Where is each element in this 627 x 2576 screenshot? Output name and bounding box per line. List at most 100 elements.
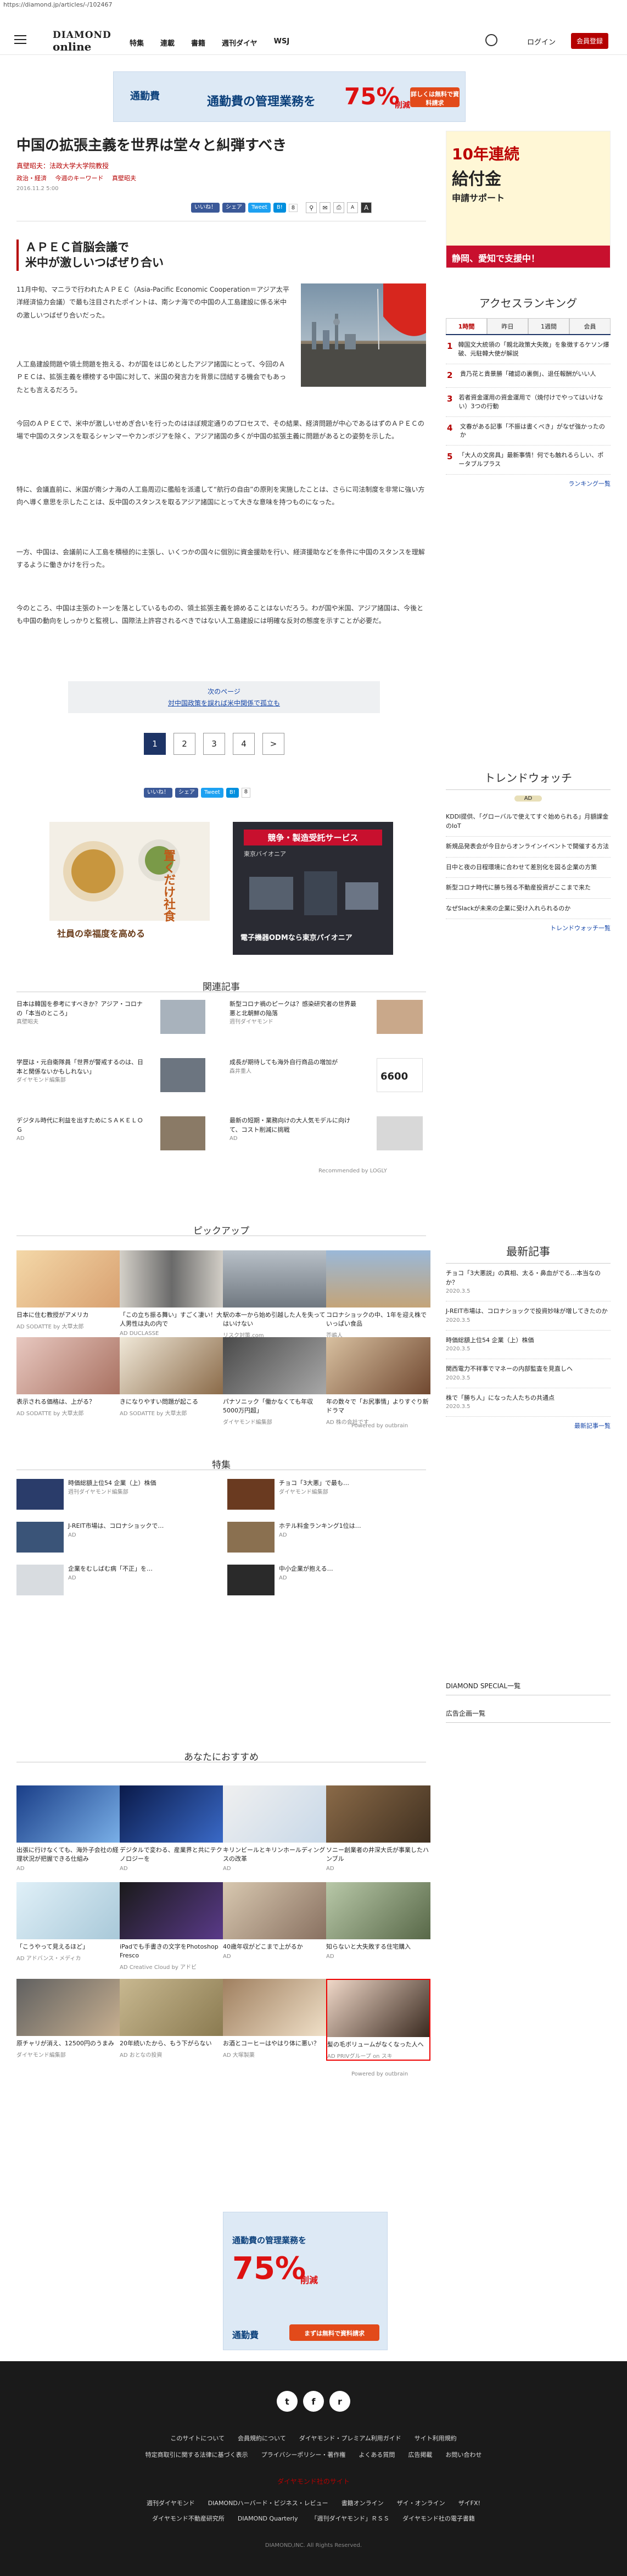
footer-site-link[interactable]: DIAMONDハーバード・ビジネス・レビュー bbox=[208, 2500, 328, 2507]
related-item[interactable]: 学歴は・元自衛隊員「世界が警戒するのは、日本と関係ないかもしれない」 ダイヤモンド… bbox=[16, 1058, 148, 1084]
tab-yesterday[interactable]: 昨日 bbox=[487, 318, 528, 334]
related-item[interactable]: 新型コロナ禍のピークは？感染研究者の世界最悪と北朝鮮の陥落 週刊ダイヤモンド bbox=[229, 1000, 361, 1026]
footer-link[interactable]: よくある質問 bbox=[359, 2451, 395, 2458]
hatena-bookmark-button[interactable]: B! bbox=[226, 788, 239, 798]
recommend-card[interactable]: 「こうやって見えるほど」 AD アドバンス・メディカ bbox=[16, 1882, 121, 1962]
latest-more-link[interactable]: 最新記事一覧 bbox=[446, 1421, 611, 1430]
font-small-icon[interactable]: A bbox=[347, 202, 359, 213]
facebook-share-button[interactable]: シェア bbox=[222, 203, 245, 213]
tweet-button[interactable]: Tweet bbox=[248, 203, 271, 213]
bottom-banner-ad[interactable]: 通勤費の管理業務を 75% 削減 通勤費 まずは無料で資料請求 bbox=[223, 2212, 388, 2350]
trend-item[interactable]: KDDI提供、「グローバルで使えてすぐ始められる」月額課金のIoT bbox=[446, 807, 611, 837]
top-banner-ad[interactable]: 通勤費 通勤費の管理業務を 75% 削減 詳しくは無料で資料請求 bbox=[113, 71, 466, 122]
pickup-card[interactable]: コロナショックの中、1年を迎え株でいっぱい食品 芥嶋人 bbox=[326, 1250, 430, 1339]
footer-site-link[interactable]: ダイヤモンド社の電子書籍 bbox=[402, 2515, 475, 2522]
sidebar-ad[interactable]: 10年連続 給付金 申請サポート 静岡、愛知で支援中！ bbox=[446, 131, 611, 268]
footer-site-link[interactable]: 「週刊ダイヤモンド」ＲＳＳ bbox=[311, 2515, 389, 2522]
rss-icon[interactable]: r bbox=[329, 2391, 350, 2412]
ranking-more-link[interactable]: ランキング一覧 bbox=[446, 479, 611, 488]
next-page-button[interactable]: > bbox=[262, 733, 284, 755]
tag-link[interactable]: 真壁昭夫 bbox=[112, 175, 136, 182]
facebook-like-button[interactable]: いいね！ bbox=[144, 788, 172, 798]
related-item[interactable]: 日本は韓国を参考にすべきか？アジア・コロナの「本当のところ」 真壁昭夫 bbox=[16, 1000, 148, 1026]
tweet-button[interactable]: Tweet bbox=[201, 788, 223, 798]
latest-item[interactable]: J-REIT市場は、コロナショックで投資妙味が増してきたのか 2020.3.5 bbox=[446, 1301, 611, 1331]
page-2[interactable]: 2 bbox=[173, 733, 195, 755]
pickup-card[interactable]: 駅の本一から始め引越した人を失ってはいけない リスク対策.com bbox=[223, 1250, 327, 1339]
tag-link[interactable]: 今週のキーワード bbox=[55, 175, 104, 182]
feature-item[interactable]: 企業をむしばむ病「不正」を… AD bbox=[68, 1565, 211, 1582]
latest-item[interactable]: 時価総額上位54 企業（上）株価 2020.3.5 bbox=[446, 1331, 611, 1359]
footer-link[interactable]: このサイトについて bbox=[170, 2435, 225, 2442]
recommend-card[interactable]: 20年続いたから、もう下がらない AD おとなの投資 bbox=[120, 1979, 224, 2058]
latest-item[interactable]: チョコ「3大悪説」の真相、太る・鼻血がでる…本当なのか？ 2020.3.5 bbox=[446, 1264, 611, 1301]
footer-link[interactable]: 広告掲載 bbox=[408, 2451, 432, 2458]
trend-item[interactable]: 日中と夜の日程環境に合わせて差別化を図る企業の方策 bbox=[446, 858, 611, 878]
footer-site-link[interactable]: ザイFX! bbox=[458, 2500, 480, 2507]
footer-link[interactable]: ダイヤモンド・プレミアム利用ガイド bbox=[299, 2435, 401, 2442]
page-1[interactable]: 1 bbox=[144, 733, 166, 755]
feature-item[interactable]: チョコ「3大悪」で最も… ダイヤモンド編集部 bbox=[279, 1479, 422, 1496]
footer-link[interactable]: サイト利用規約 bbox=[415, 2435, 457, 2442]
tab-week[interactable]: 1週間 bbox=[528, 318, 569, 334]
ranking-item[interactable]: 4 文春がある記事「不振は書くべき」がなぜ強かったのか bbox=[446, 417, 611, 446]
nav-series[interactable]: 連載 bbox=[160, 37, 175, 48]
recommend-card[interactable]: キリンビールとキリンホールディングスの改革 AD bbox=[223, 1785, 327, 1872]
footer-link[interactable]: 特定商取引に関する法律に基づく表示 bbox=[145, 2451, 248, 2458]
outbrain-credit[interactable]: Powered by outbrain bbox=[351, 2071, 408, 2077]
site-logo[interactable]: DIAMOND online bbox=[53, 31, 111, 53]
pickup-card[interactable]: パナソニック「働かなくても年収5000万円超」 ダイヤモンド編集部 bbox=[223, 1337, 327, 1426]
footer-site-link[interactable]: ザイ・オンライン bbox=[397, 2500, 445, 2507]
ranking-item[interactable]: 1 韓国文大統領の「親北政策大失敗」を象徴するケソン爆破、元駐韓大使が解説 bbox=[446, 335, 611, 364]
recommend-card[interactable]: 原チャリが消え、12500円のうまみ ダイヤモンド編集部 bbox=[16, 1979, 121, 2058]
facebook-share-button[interactable]: シェア bbox=[175, 788, 198, 798]
pickup-card[interactable]: 日本に住む教授がアメリカ AD SODATTE by 大草太郎 bbox=[16, 1250, 121, 1330]
logly-credit[interactable]: Recommended by LOGLY bbox=[318, 1168, 387, 1174]
font-large-icon[interactable]: A bbox=[361, 202, 372, 213]
recommend-card[interactable]: iPadでも手書きの文字をPhotoshop Fresco AD Creative… bbox=[120, 1882, 224, 1971]
latest-item[interactable]: 株で「勝ち人」になった人たちの共通点 2020.3.5 bbox=[446, 1388, 611, 1417]
twitter-icon[interactable]: t bbox=[277, 2391, 298, 2412]
feature-item[interactable]: 時価総額上位54 企業（上）株価 週刊ダイヤモンド編集部 bbox=[68, 1479, 211, 1496]
related-item[interactable]: 最新の短期・業務向けの大人気モデルに向けて、コスト削減に挑戦 AD bbox=[229, 1116, 361, 1143]
recommend-card[interactable]: 40歳年収がどこまで上がるか AD bbox=[223, 1882, 327, 1960]
next-page-box[interactable]: 次のページ 対中国政策を誤れば米中関係で孤立も bbox=[68, 681, 380, 713]
trend-item[interactable]: 新規品発表会が今日からオンラインイベントで開催する方法 bbox=[446, 837, 611, 858]
footer-site-link[interactable]: 書籍オンライン bbox=[342, 2500, 384, 2507]
article-author[interactable]: 真壁昭夫：法政大学大学院教授 bbox=[16, 161, 426, 170]
ranking-item[interactable]: 2 貴乃花と貴景勝「確認の裏側」、退任報酬がいい人 bbox=[446, 364, 611, 388]
footer-link[interactable]: プライバシーポリシー・著作権 bbox=[261, 2451, 346, 2458]
facebook-icon[interactable]: f bbox=[303, 2391, 324, 2412]
special-link[interactable]: DIAMOND SPECIAL一覧 bbox=[446, 1681, 611, 1695]
page-3[interactable]: 3 bbox=[203, 733, 225, 755]
hatena-bookmark-button[interactable]: B! bbox=[273, 203, 286, 213]
mid-ad-left[interactable]: 社員の幸福度を高める 置くだけ社食 bbox=[49, 822, 210, 955]
mail-icon[interactable]: ✉ bbox=[320, 202, 331, 213]
footer-link[interactable]: 会員規約について bbox=[238, 2435, 286, 2442]
link-icon[interactable]: ⚲ bbox=[306, 202, 317, 213]
pickup-card[interactable]: 「この立ち振る舞い」すごく凄い！大人男性は丸の内で AD DUCLASSE bbox=[120, 1250, 224, 1337]
print-icon[interactable]: ⎙ bbox=[333, 202, 345, 213]
mid-ad-right[interactable]: 競争・製造受託サービス 東京バイオニア 電子機器ODMなら東京パイオニア bbox=[233, 822, 393, 955]
feature-item[interactable]: 中小企業が抱える… AD bbox=[279, 1565, 422, 1582]
trend-item[interactable]: 新型コロナ時代に勝ち残る不動産投資がここまで来た bbox=[446, 878, 611, 899]
login-link[interactable]: ログイン bbox=[527, 36, 556, 47]
footer-site-link[interactable]: 週刊ダイヤモンド bbox=[147, 2500, 195, 2507]
adlist-link[interactable]: 広告企画一覧 bbox=[446, 1709, 611, 1723]
trend-more-link[interactable]: トレンドウォッチ一覧 bbox=[446, 923, 611, 932]
footer-site-link[interactable]: DIAMOND Quarterly bbox=[238, 2515, 298, 2522]
recommend-card[interactable]: お酒とコーヒーはやはり体に悪い？ AD 大塚製薬 bbox=[223, 1979, 327, 2058]
tag-link[interactable]: 政治・経済 bbox=[16, 175, 47, 182]
tab-1hour[interactable]: 1時間 bbox=[446, 318, 487, 334]
facebook-like-button[interactable]: いいね！ bbox=[191, 203, 220, 213]
feature-item[interactable]: ホテル料金ランキング1位は… AD bbox=[279, 1522, 422, 1539]
ranking-item[interactable]: 3 若者資金運用の資金運用で（焼付けでやってはいけない）3つの行動 bbox=[446, 388, 611, 417]
recommend-card[interactable]: ソニー創業者の井深大氏が事業したハンブル AD bbox=[326, 1785, 430, 1872]
footer-link[interactable]: お問い合わせ bbox=[445, 2451, 482, 2458]
nav-wsj[interactable]: WSJ bbox=[274, 37, 290, 48]
search-icon[interactable] bbox=[485, 34, 497, 46]
page-4[interactable]: 4 bbox=[233, 733, 255, 755]
pickup-card[interactable]: 表示される価格は、上がる？ AD SODATTE by 大草太郎 bbox=[16, 1337, 121, 1417]
recommend-card[interactable]: 出張に行けなくても、海外子会社の経理状況が把握できる仕組み AD bbox=[16, 1785, 121, 1872]
related-item[interactable]: デジタル時代に利益を出すためにＳＡＫＥＬＯＧ AD bbox=[16, 1116, 148, 1143]
